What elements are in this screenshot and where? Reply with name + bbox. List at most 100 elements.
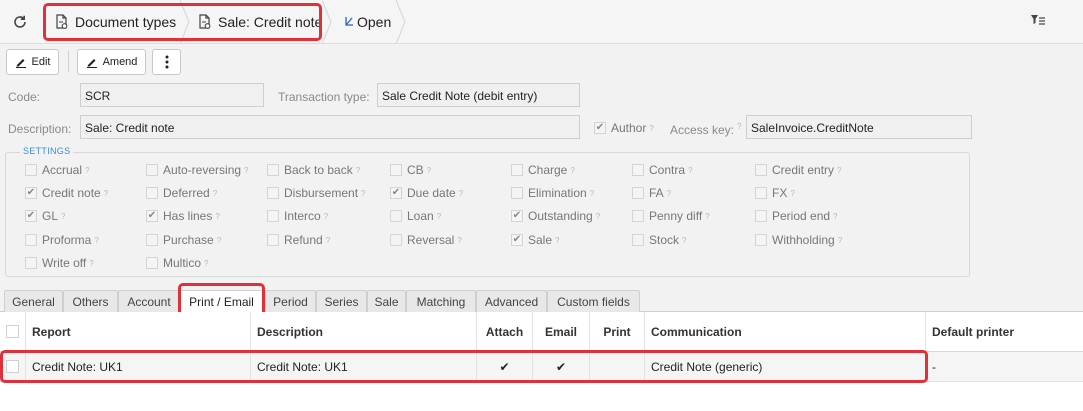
tab-period[interactable]: Period xyxy=(265,290,316,312)
help-icon: ? xyxy=(89,258,94,268)
setting-label: FA xyxy=(649,186,664,200)
setting-interco-checkbox[interactable]: Interco? xyxy=(267,209,328,223)
setting-label: Interco xyxy=(284,209,321,223)
empty-checkbox-icon xyxy=(511,187,523,199)
more-options-button[interactable] xyxy=(152,49,181,75)
setting-withholding-checkbox[interactable]: Withholding? xyxy=(755,233,842,247)
select-all-checkbox[interactable] xyxy=(0,312,26,352)
column-header-report[interactable]: Report xyxy=(26,312,251,352)
setting-sale-checkbox[interactable]: ✔ Sale? xyxy=(511,233,559,247)
tab-advanced[interactable]: Advanced xyxy=(476,290,547,312)
column-header-email[interactable]: Email xyxy=(533,312,590,352)
setting-loan-checkbox[interactable]: Loan? xyxy=(390,209,441,223)
setting-charge-checkbox[interactable]: Charge? xyxy=(511,163,575,177)
code-field[interactable]: SCR xyxy=(80,83,264,107)
access-key-field[interactable]: SaleInvoice.CreditNote xyxy=(746,115,972,139)
filter-list-icon[interactable] xyxy=(1030,13,1046,30)
tab-account[interactable]: Account xyxy=(118,290,180,312)
help-icon: ? xyxy=(215,211,220,221)
help-icon: ? xyxy=(103,188,109,198)
help-icon: ? xyxy=(244,165,249,175)
setting-stock-checkbox[interactable]: Stock? xyxy=(632,233,686,247)
cell-description[interactable]: Credit Note: UK1 xyxy=(251,352,477,382)
setting-fx-checkbox[interactable]: FX? xyxy=(755,186,795,200)
cell-default-printer[interactable]: - xyxy=(926,352,1083,382)
column-header-attach[interactable]: Attach xyxy=(477,312,533,352)
setting-write-off-checkbox[interactable]: Write off? xyxy=(25,256,94,270)
tab-general[interactable]: General xyxy=(4,290,63,312)
setting-due-date-checkbox[interactable]: ✔ Due date? xyxy=(390,186,463,200)
setting-purchase-checkbox[interactable]: Purchase? xyxy=(146,233,221,247)
setting-gl-checkbox[interactable]: ✔ GL? xyxy=(25,209,65,223)
setting-label: Elimination xyxy=(528,186,587,200)
setting-penny-diff-checkbox[interactable]: Penny diff? xyxy=(632,209,710,223)
description-field[interactable]: Sale: Credit note xyxy=(80,115,580,139)
empty-checkbox-icon xyxy=(25,257,37,269)
setting-has-lines-checkbox[interactable]: ✔ Has lines? xyxy=(146,209,220,223)
setting-reversal-checkbox[interactable]: Reversal? xyxy=(390,233,462,247)
setting-label: Credit note xyxy=(42,186,101,200)
help-icon: ? xyxy=(325,235,331,245)
setting-label: Has lines xyxy=(163,209,213,223)
help-icon: ? xyxy=(457,235,462,245)
empty-checkbox-icon xyxy=(146,164,158,176)
tab-sale[interactable]: Sale xyxy=(367,290,406,312)
setting-disbursement-checkbox[interactable]: Disbursement? xyxy=(267,186,365,200)
cell-attach-check-icon[interactable]: ✔ xyxy=(477,352,533,382)
setting-period-end-checkbox[interactable]: Period end? xyxy=(755,209,838,223)
column-header-print[interactable]: Print xyxy=(590,312,645,352)
refresh-icon[interactable] xyxy=(8,10,32,34)
setting-refund-checkbox[interactable]: Refund? xyxy=(267,233,330,247)
open-link[interactable]: Open xyxy=(344,0,391,44)
column-header-default-printer[interactable]: Default printer xyxy=(926,312,1083,352)
help-icon: ? xyxy=(212,188,218,198)
cell-email-check-icon[interactable]: ✔ xyxy=(533,352,590,382)
setting-contra-checkbox[interactable]: Contra? xyxy=(632,163,692,177)
column-header-description[interactable]: Description xyxy=(251,312,477,352)
setting-auto-reversing-checkbox[interactable]: Auto-reversing? xyxy=(146,163,249,177)
column-header-communication[interactable]: Communication xyxy=(645,312,926,352)
edit-button[interactable]: Edit xyxy=(6,49,59,75)
author-checkbox[interactable]: ✔ Author? xyxy=(594,121,654,135)
row-select-checkbox[interactable] xyxy=(0,352,26,382)
breadcrumb-sale-credit-note[interactable]: Sale: Credit note xyxy=(198,0,322,44)
setting-label: Stock xyxy=(649,233,680,247)
help-icon: ? xyxy=(94,235,99,245)
empty-checkbox-icon xyxy=(755,187,767,199)
open-label: Open xyxy=(357,14,392,30)
description-label: Description: xyxy=(8,122,72,136)
setting-label: Back to back xyxy=(284,163,353,177)
tab-custom-fields[interactable]: Custom fields xyxy=(547,290,640,312)
cell-print[interactable] xyxy=(590,352,645,382)
setting-elimination-checkbox[interactable]: Elimination? xyxy=(511,186,594,200)
setting-proforma-checkbox[interactable]: Proforma? xyxy=(25,233,99,247)
setting-accrual-checkbox[interactable]: Accrual? xyxy=(25,163,89,177)
tab-print-email[interactable]: Print / Email xyxy=(180,290,263,313)
help-icon: ? xyxy=(790,188,795,198)
check-icon: ✔ xyxy=(25,210,37,222)
empty-checkbox-icon xyxy=(267,234,279,246)
breadcrumb-document-types[interactable]: Document types xyxy=(55,0,176,44)
cell-communication[interactable]: Credit Note (generic) xyxy=(645,352,926,382)
setting-fa-checkbox[interactable]: FA? xyxy=(632,186,671,200)
tab-series[interactable]: Series xyxy=(316,290,367,312)
setting-cb-checkbox[interactable]: CB? xyxy=(390,163,431,177)
tab-others[interactable]: Others xyxy=(63,290,118,312)
tab-matching[interactable]: Matching xyxy=(406,290,476,312)
help-icon: ? xyxy=(682,235,687,245)
cell-report[interactable]: Credit Note: UK1 xyxy=(26,352,251,382)
amend-button[interactable]: Amend xyxy=(77,49,146,75)
empty-checkbox-icon xyxy=(267,210,279,222)
breadcrumb-separator xyxy=(180,0,190,44)
setting-multico-checkbox[interactable]: Multico? xyxy=(146,256,208,270)
setting-label: Disbursement xyxy=(284,186,359,200)
transaction-type-field[interactable]: Sale Credit Note (debit entry) xyxy=(377,83,580,107)
setting-credit-entry-checkbox[interactable]: Credit entry? xyxy=(755,163,841,177)
setting-outstanding-checkbox[interactable]: ✔ Outstanding? xyxy=(511,209,600,223)
setting-back-to-back-checkbox[interactable]: Back to back? xyxy=(267,163,360,177)
empty-checkbox-icon xyxy=(755,164,767,176)
setting-credit-note-checkbox[interactable]: ✔ Credit note? xyxy=(25,186,108,200)
setting-deferred-checkbox[interactable]: Deferred? xyxy=(146,186,217,200)
empty-checkbox-icon xyxy=(146,187,158,199)
help-icon: ? xyxy=(837,235,843,245)
